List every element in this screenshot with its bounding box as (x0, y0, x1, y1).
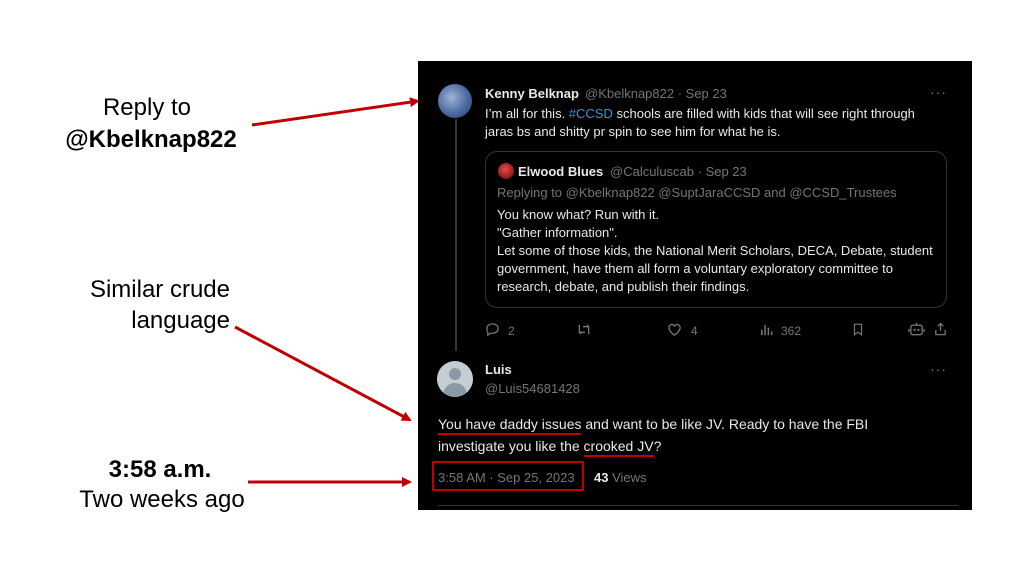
views-stat: 43 Views (594, 470, 647, 485)
avatar[interactable] (437, 361, 473, 397)
tweet-timestamp[interactable]: 3:58 AM · Sep 25, 2023 (438, 470, 575, 485)
avatar[interactable] (438, 84, 472, 118)
reply-text: You have daddy issues and want to be lik… (438, 413, 938, 457)
reply-author-handle[interactable]: @Luis54681428 (485, 381, 580, 396)
reply-icon[interactable] (485, 322, 500, 340)
retweet-icon[interactable] (576, 322, 592, 340)
tweet-text: I’m all for this. #CCSD schools are fill… (485, 106, 915, 139)
views-count: 362 (781, 324, 802, 338)
tweet-handle-date[interactable]: @Kbelknap822 · Sep 23 (585, 86, 727, 101)
quote-text: You know what? Run with it. "Gather info… (497, 207, 933, 294)
quote-author-name: Elwood Blues (518, 164, 604, 179)
bookmark-icon[interactable] (851, 322, 865, 340)
analytics-icon[interactable] (759, 322, 774, 340)
heart-icon[interactable] (667, 322, 682, 340)
thread-line (455, 119, 457, 351)
replying-to: Replying to @Kbelknap822 @SuptJaraCCSD a… (497, 185, 897, 200)
hashtag-link[interactable]: #CCSD (569, 106, 613, 121)
robot-icon[interactable] (908, 321, 925, 340)
highlighted-phrase: crooked JV (583, 438, 654, 457)
quoted-tweet[interactable]: Elwood Blues @Calculuscab · Sep 23 Reply… (485, 151, 947, 308)
reply-count: 2 (508, 324, 515, 338)
avatar (498, 163, 514, 179)
share-icon[interactable] (933, 321, 948, 340)
reply-author-name[interactable]: Luis (485, 362, 512, 377)
arrow-reply (251, 97, 420, 127)
more-options-icon[interactable]: ··· (930, 361, 947, 377)
highlighted-phrase: You have daddy issues (438, 416, 582, 435)
tweet-thread-panel: Kenny Belknap @Kbelknap822 · Sep 23 ··· … (418, 61, 972, 510)
like-count: 4 (691, 324, 698, 338)
quote-handle-date: @Calculuscab · Sep 23 (610, 164, 747, 179)
tweet-author-name[interactable]: Kenny Belknap (485, 86, 579, 101)
divider (438, 505, 958, 506)
more-options-icon[interactable]: ··· (930, 84, 947, 100)
arrow-crude (234, 325, 412, 422)
default-avatar-icon (449, 368, 461, 380)
